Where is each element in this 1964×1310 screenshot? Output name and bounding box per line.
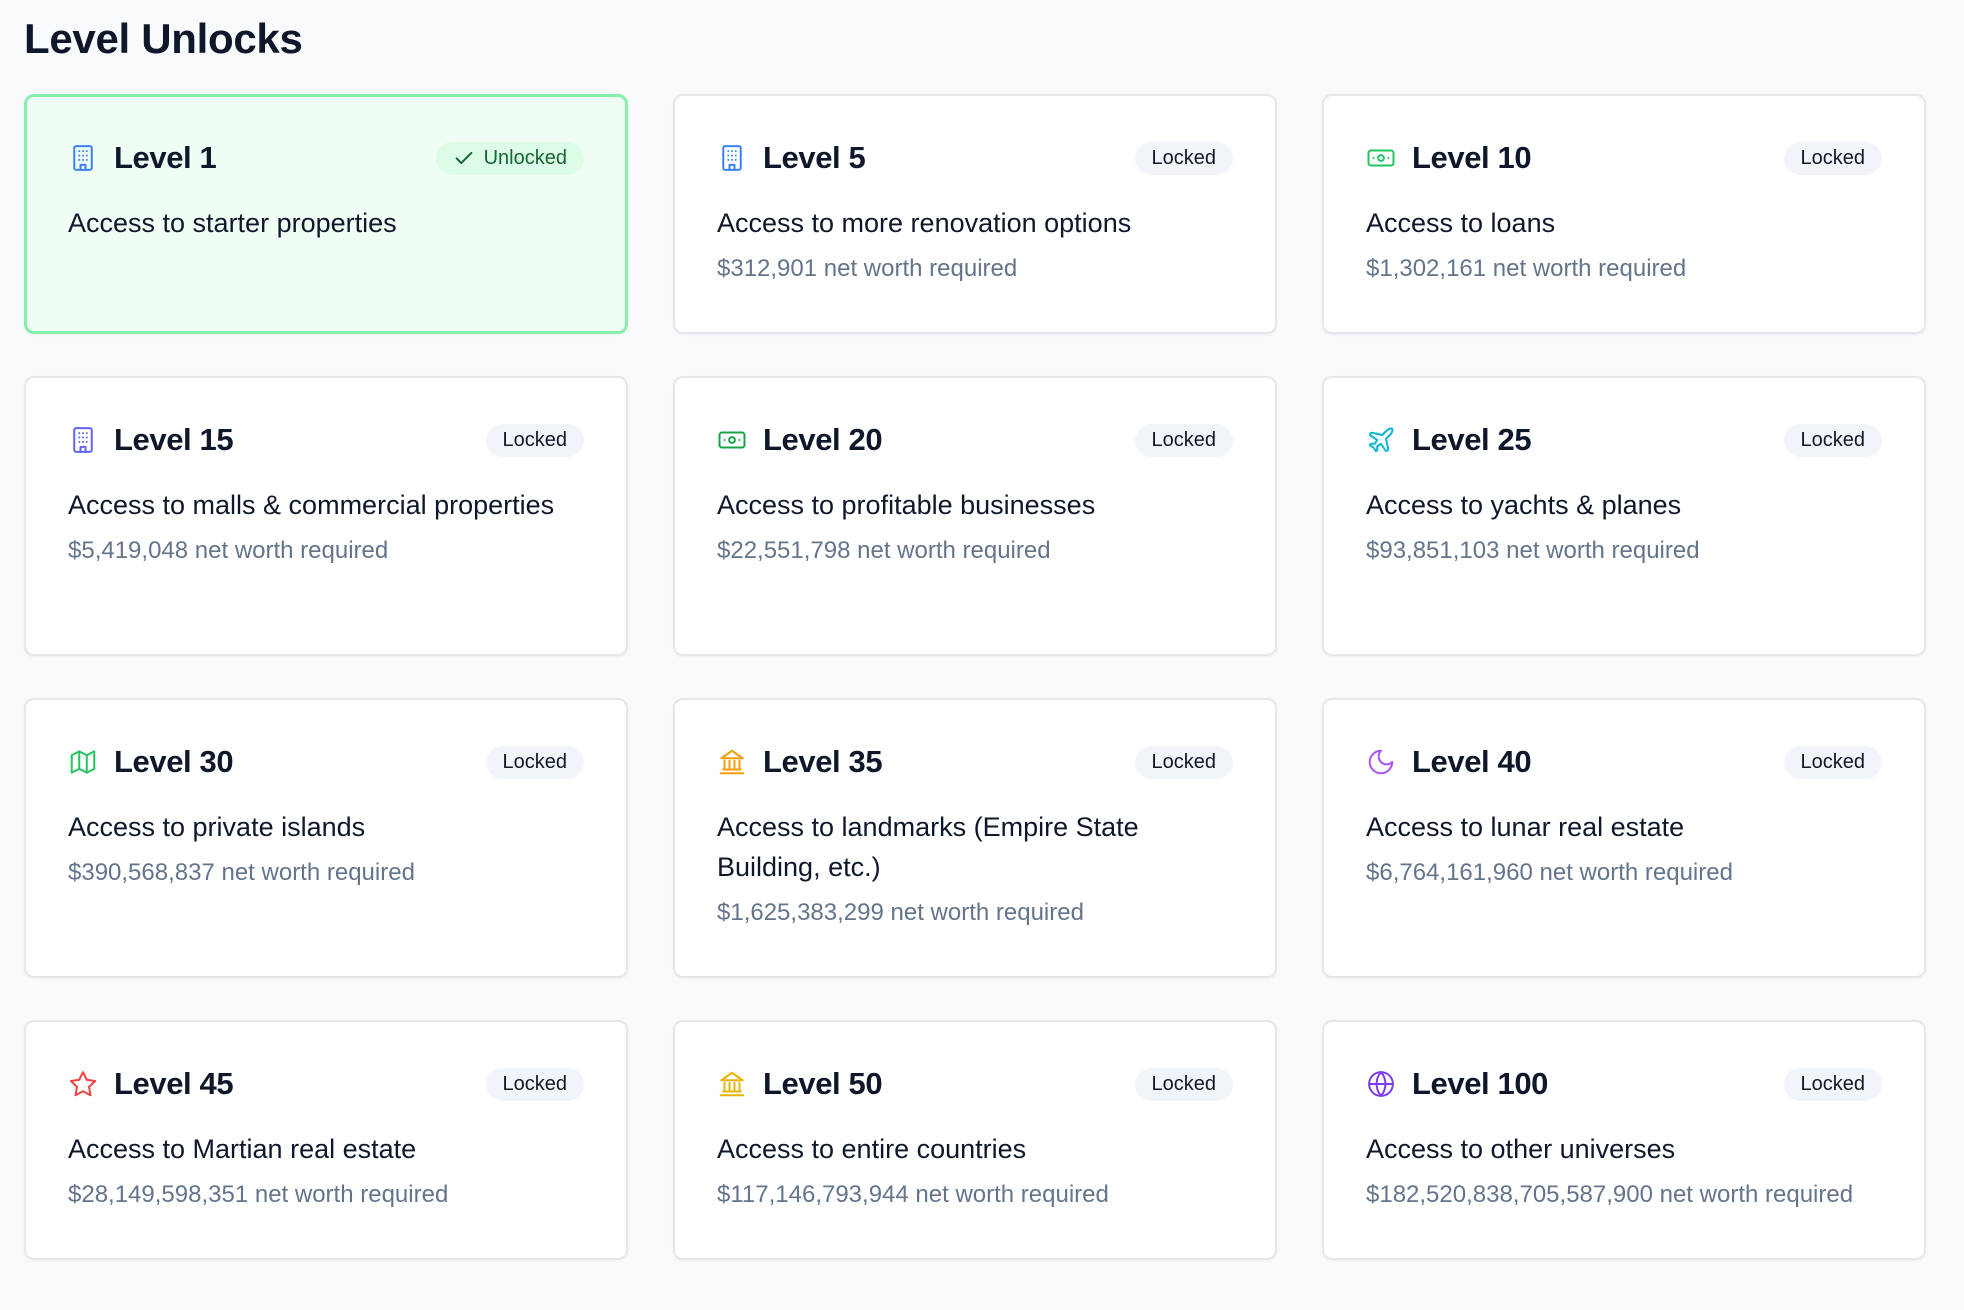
level-description: Access to profitable businesses [717, 490, 1096, 520]
level-description: Access to more renovation options [717, 208, 1132, 238]
level-card-30[interactable]: Level 30 Locked Access to private island… [24, 698, 628, 978]
level-description: Access to lunar real estate [1366, 812, 1685, 842]
level-title: Level 30 [114, 744, 234, 779]
level-title: Level 100 [1412, 1066, 1549, 1101]
level-description: Access to private islands [68, 812, 366, 842]
page-title: Level Unlocks [24, 15, 303, 62]
net-worth-requirement: $28,149,598,351 net worth required [68, 1181, 449, 1208]
level-title: Level 20 [763, 422, 883, 457]
level-description: Access to entire countries [717, 1134, 1027, 1164]
banknote-icon [1366, 143, 1396, 173]
level-card-header: Level 50 Locked [717, 1064, 1233, 1104]
level-card-35[interactable]: Level 35 Locked Access to landmarks (Emp… [673, 698, 1277, 978]
level-description: Access to malls & commercial properties [68, 490, 555, 520]
net-worth-requirement: $93,851,103 net worth required [1366, 537, 1700, 564]
check-icon [453, 147, 475, 169]
level-title: Level 45 [114, 1066, 234, 1101]
net-worth-requirement: $390,568,837 net worth required [68, 859, 415, 886]
star-icon [68, 1069, 98, 1099]
status-badge: Locked [485, 745, 584, 779]
landmark-icon [717, 1069, 747, 1099]
level-card-header: Level 35 Locked [717, 742, 1233, 782]
level-card-header: Level 15 Locked [68, 420, 584, 460]
level-card-header: Level 100 Locked [1366, 1064, 1882, 1104]
net-worth-requirement: $312,901 net worth required [717, 255, 1018, 282]
level-card-header: Level 30 Locked [68, 742, 584, 782]
level-title: Level 5 [763, 140, 866, 175]
level-card-50[interactable]: Level 50 Locked Access to entire countri… [673, 1020, 1277, 1260]
level-card-20[interactable]: Level 20 Locked Access to profitable bus… [673, 376, 1277, 656]
level-grid: Level 1 Unlocked Access to starter prope… [24, 94, 1930, 1260]
banknote-icon [717, 425, 747, 455]
level-card-header: Level 20 Locked [717, 420, 1233, 460]
level-unlocks-page: Level Unlocks Level 1 Unlocked Access to… [24, 12, 1930, 1260]
status-badge: Locked [1783, 423, 1882, 457]
level-title: Level 40 [1412, 744, 1532, 779]
level-card-header: Level 10 Locked [1366, 138, 1882, 178]
building-icon [717, 143, 747, 173]
level-card-25[interactable]: Level 25 Locked Access to yachts & plane… [1322, 376, 1926, 656]
status-badge: Locked [1134, 745, 1233, 779]
level-description: Access to Martian real estate [68, 1134, 417, 1164]
net-worth-requirement: $22,551,798 net worth required [717, 537, 1051, 564]
status-badge-label: Unlocked [483, 146, 567, 169]
status-badge: Locked [485, 423, 584, 457]
status-badge: Locked [485, 1067, 584, 1101]
level-card-header: Level 45 Locked [68, 1064, 584, 1104]
status-badge: Locked [1134, 1067, 1233, 1101]
level-card-header: Level 25 Locked [1366, 420, 1882, 460]
level-card-1[interactable]: Level 1 Unlocked Access to starter prope… [24, 94, 628, 334]
status-badge: Locked [1134, 423, 1233, 457]
plane-icon [1366, 425, 1396, 455]
status-badge: Locked [1783, 1067, 1882, 1101]
net-worth-requirement: $6,764,161,960 net worth required [1366, 859, 1733, 886]
level-title: Level 1 [114, 140, 217, 175]
level-title: Level 50 [763, 1066, 883, 1101]
level-card-100[interactable]: Level 100 Locked Access to other univers… [1322, 1020, 1926, 1260]
net-worth-requirement: $117,146,793,944 net worth required [717, 1181, 1109, 1208]
level-card-header: Level 1 Unlocked [68, 138, 584, 178]
level-card-header: Level 5 Locked [717, 138, 1233, 178]
building-icon [68, 425, 98, 455]
level-card-15[interactable]: Level 15 Locked Access to malls & commer… [24, 376, 628, 656]
landmark-icon [717, 747, 747, 777]
level-title: Level 25 [1412, 422, 1532, 457]
level-description: Access to starter properties [68, 208, 397, 238]
moon-icon [1366, 747, 1396, 777]
level-description: Access to landmarks (Empire State Buildi… [717, 812, 1139, 882]
level-description: Access to yachts & planes [1366, 490, 1682, 520]
level-title: Level 10 [1412, 140, 1532, 175]
map-icon [68, 747, 98, 777]
status-badge: Unlocked [435, 141, 584, 175]
net-worth-requirement: $1,302,161 net worth required [1366, 255, 1687, 282]
level-card-40[interactable]: Level 40 Locked Access to lunar real est… [1322, 698, 1926, 978]
level-card-header: Level 40 Locked [1366, 742, 1882, 782]
building-icon [68, 143, 98, 173]
level-title: Level 35 [763, 744, 883, 779]
status-badge: Locked [1783, 745, 1882, 779]
level-description: Access to loans [1366, 208, 1556, 238]
status-badge: Locked [1783, 141, 1882, 175]
level-title: Level 15 [114, 422, 234, 457]
level-card-10[interactable]: Level 10 Locked Access to loans $1,302,1… [1322, 94, 1926, 334]
net-worth-requirement: $5,419,048 net worth required [68, 537, 389, 564]
net-worth-requirement: $182,520,838,705,587,900 net worth requi… [1366, 1181, 1854, 1208]
level-card-45[interactable]: Level 45 Locked Access to Martian real e… [24, 1020, 628, 1260]
level-description: Access to other universes [1366, 1134, 1676, 1164]
net-worth-requirement: $1,625,383,299 net worth required [717, 899, 1084, 926]
level-card-5[interactable]: Level 5 Locked Access to more renovation… [673, 94, 1277, 334]
status-badge: Locked [1134, 141, 1233, 175]
globe-icon [1366, 1069, 1396, 1099]
